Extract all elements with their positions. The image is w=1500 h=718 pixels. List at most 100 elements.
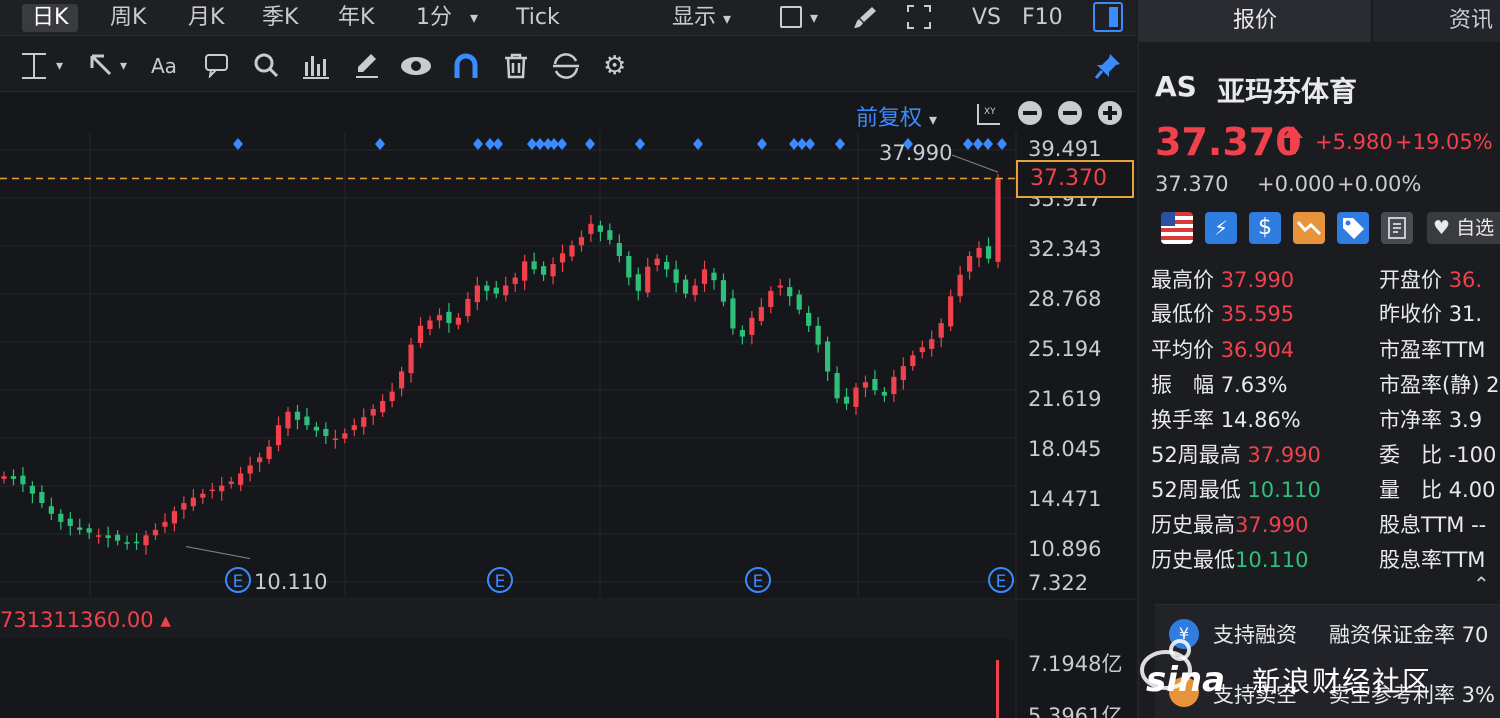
watchlist-label: 自选 bbox=[1456, 217, 1495, 239]
candle-body bbox=[692, 285, 698, 296]
tab-year-k[interactable]: 年K bbox=[328, 4, 384, 32]
eye-icon[interactable] bbox=[400, 52, 432, 80]
tab-1min[interactable]: 1分 bbox=[406, 4, 462, 32]
indicator-chart-icon[interactable] bbox=[303, 52, 331, 80]
candle-body bbox=[853, 387, 859, 407]
pen-icon[interactable] bbox=[354, 52, 382, 80]
candle-body bbox=[238, 473, 244, 485]
candle-body bbox=[540, 266, 547, 275]
up-arrow-icon bbox=[1281, 124, 1305, 160]
candle-body bbox=[436, 315, 443, 321]
xy-axis-icon[interactable]: XY bbox=[976, 102, 1002, 126]
search-icon[interactable] bbox=[253, 52, 281, 80]
gear-icon[interactable]: ⚙ bbox=[603, 52, 631, 80]
last-price: 37.370 bbox=[1155, 120, 1302, 164]
candle-body bbox=[597, 225, 604, 232]
candle-body bbox=[190, 497, 196, 507]
candle-body bbox=[891, 376, 897, 395]
stock-name: 亚玛芬体育 bbox=[1217, 75, 1358, 108]
stat-pb: 市净率 3.9 bbox=[1379, 404, 1482, 434]
kline-chart[interactable]: EEEE 前复权 ▾ XY 39.491 35.917 32.343 28.76… bbox=[0, 92, 1136, 718]
document-icon[interactable] bbox=[1381, 212, 1413, 244]
candle-body bbox=[304, 416, 310, 426]
lightning-icon[interactable]: ⚡ bbox=[1205, 212, 1237, 244]
tab-news[interactable]: 资讯 bbox=[1373, 0, 1500, 42]
stat-value: 31. bbox=[1448, 302, 1483, 326]
candle-body bbox=[152, 529, 159, 536]
event-diamond bbox=[997, 138, 1007, 150]
trash-icon[interactable] bbox=[503, 52, 531, 80]
event-diamond bbox=[693, 138, 703, 150]
volume-bar bbox=[996, 660, 999, 718]
tab-quarter-k[interactable]: 季K bbox=[252, 4, 308, 32]
earnings-marker-label: E bbox=[233, 572, 244, 592]
tab-day-k[interactable]: 日K bbox=[22, 4, 79, 32]
candle-body bbox=[465, 298, 471, 317]
candle-body bbox=[749, 317, 755, 335]
tab-quote[interactable]: 报价 bbox=[1139, 0, 1371, 42]
zoom-out-icon[interactable] bbox=[1018, 101, 1042, 125]
comment-icon[interactable] bbox=[204, 52, 232, 80]
candle-body bbox=[645, 266, 651, 293]
candle-body bbox=[768, 290, 774, 307]
candle-body bbox=[275, 425, 282, 446]
volume-value-text: 731311360.00 bbox=[0, 608, 154, 632]
display-label: 显示 bbox=[672, 5, 717, 30]
stat-value: 3.9 bbox=[1448, 408, 1483, 432]
candle-body bbox=[86, 528, 92, 533]
tag-icon[interactable] bbox=[1337, 212, 1369, 244]
layout-box-icon[interactable] bbox=[780, 6, 802, 28]
cursor-arrow-icon[interactable] bbox=[88, 52, 116, 80]
pin-icon[interactable] bbox=[1094, 52, 1122, 80]
stat-label: 昨收价 bbox=[1379, 302, 1442, 326]
watchlist-button[interactable]: ♥ 自选 bbox=[1427, 212, 1500, 244]
panel-toggle-icon[interactable] bbox=[1093, 2, 1123, 32]
line-tool-icon[interactable] bbox=[20, 52, 48, 80]
chevron-down-icon[interactable]: ▾ bbox=[470, 4, 478, 32]
stat-label: 振 幅 bbox=[1151, 373, 1214, 397]
tab-month-k[interactable]: 月K bbox=[178, 4, 234, 32]
dollar-icon[interactable]: $ bbox=[1249, 212, 1281, 244]
collapse-chevron-icon[interactable]: ⌃ bbox=[1473, 572, 1490, 596]
tab-tick[interactable]: Tick bbox=[506, 4, 570, 32]
fullscreen-icon[interactable] bbox=[906, 4, 932, 32]
event-diamond bbox=[473, 138, 483, 150]
brush-icon[interactable] bbox=[852, 4, 878, 32]
candle-body bbox=[332, 438, 338, 441]
text-tool-icon[interactable]: Aa bbox=[151, 52, 179, 80]
stat-value: 37.990 bbox=[1220, 268, 1295, 292]
candle-body bbox=[559, 253, 566, 263]
candle-body bbox=[143, 535, 149, 546]
stat-label: 委 比 bbox=[1379, 443, 1442, 467]
display-menu[interactable]: 显示 ▾ bbox=[672, 4, 731, 32]
magnet-icon[interactable] bbox=[452, 52, 480, 80]
svg-text:XY: XY bbox=[984, 107, 996, 117]
chevron-down-icon[interactable]: ▾ bbox=[56, 52, 84, 80]
candle-body bbox=[503, 285, 509, 296]
candle-body bbox=[29, 485, 36, 494]
candle-body bbox=[948, 296, 954, 327]
stat-label: 股息TTM bbox=[1379, 513, 1465, 537]
stat-value: 37.990 bbox=[1235, 513, 1309, 537]
y-axis-label: 25.194 bbox=[1028, 337, 1102, 361]
candle-body bbox=[323, 428, 329, 436]
stat-label: 市净率 bbox=[1379, 408, 1442, 432]
chevron-down-icon[interactable]: ▾ bbox=[810, 4, 818, 32]
zoom-out-icon[interactable] bbox=[1058, 101, 1082, 125]
stat-label: 市盈率TTM bbox=[1379, 338, 1486, 362]
chevron-down-icon[interactable]: ▾ bbox=[120, 52, 148, 80]
tab-week-k[interactable]: 周K bbox=[100, 4, 156, 32]
candle-body bbox=[673, 269, 679, 283]
candle-body bbox=[957, 274, 963, 297]
adjust-mode-selector[interactable]: 前复权 ▾ bbox=[856, 100, 937, 132]
stat-prev-close: 昨收价 31. bbox=[1379, 298, 1482, 328]
trend-down-icon[interactable] bbox=[1293, 212, 1325, 244]
stat-value: 10.110 bbox=[1247, 478, 1321, 502]
y-axis-label: 32.343 bbox=[1028, 237, 1102, 261]
y-axis-label: 18.045 bbox=[1028, 437, 1102, 461]
sync-icon[interactable] bbox=[551, 52, 579, 80]
vs-button[interactable]: VS bbox=[972, 4, 1001, 32]
zoom-in-icon[interactable] bbox=[1098, 101, 1122, 125]
stat-dividend-ttm: 股息TTM -- bbox=[1379, 509, 1486, 539]
f10-button[interactable]: F10 bbox=[1022, 4, 1063, 32]
